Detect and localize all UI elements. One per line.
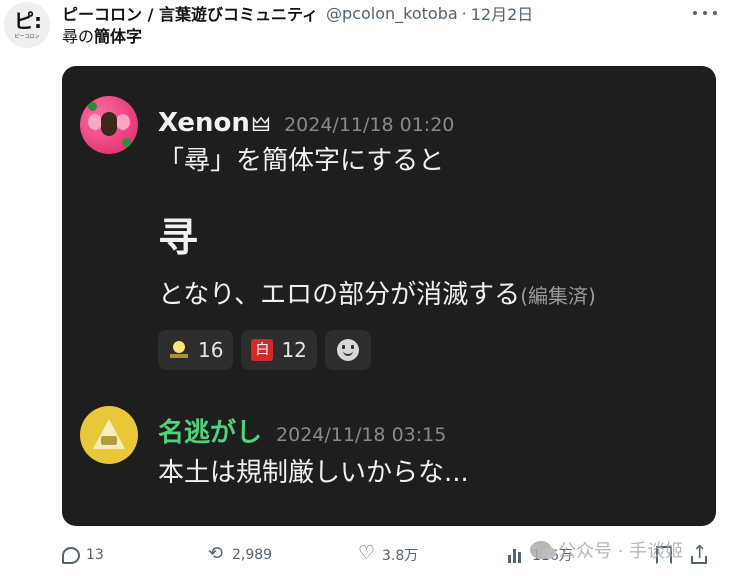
nanigashi-avatar <box>80 406 138 464</box>
retweet-button[interactable]: 2,989 <box>208 540 272 570</box>
share-button[interactable] <box>690 540 708 570</box>
retweet-count: 2,989 <box>232 547 273 563</box>
account-avatar[interactable]: ピ: ピーコロン <box>4 2 50 48</box>
post1-line3-text: となり、エロの部分が消滅する <box>158 280 521 310</box>
display-name[interactable]: ピーコロン / 言葉遊びコミュニティ <box>62 1 318 25</box>
wechat-icon <box>530 541 556 559</box>
like-count: 3.8万 <box>382 548 419 564</box>
tweet-text: 尋の簡体字 <box>62 26 142 48</box>
user-handle[interactable]: @pcolon_kotoba <box>326 4 458 23</box>
post2-line1: 本土は規制厳しいからな... <box>158 458 469 488</box>
post2-timestamp: 2024/11/18 03:15 <box>276 424 447 446</box>
retweet-icon <box>208 543 226 564</box>
reaction-stamp: 12 <box>241 330 317 370</box>
reply-count: 13 <box>86 547 104 563</box>
smiley-icon <box>336 339 359 361</box>
tweet-header: ピーコロン / 言葉遊びコミュニティ @pcolon_kotoba · 12月2… <box>62 1 534 25</box>
reply-icon <box>62 546 80 564</box>
post1-line3: となり、エロの部分が消滅する(編集済) <box>158 278 596 313</box>
avatar-logo-subtext: ピーコロン <box>14 34 40 40</box>
reaction-lightbulb: 16 <box>158 330 234 370</box>
post1-name-emoji: 🜲 <box>251 112 271 136</box>
white-stamp-icon <box>251 339 274 361</box>
tweet-text-prefix: 尋の <box>62 27 95 46</box>
add-reaction-button <box>324 330 371 370</box>
separator-dot: · <box>461 3 467 23</box>
heart-icon <box>358 542 376 564</box>
more-options-icon[interactable] <box>693 6 717 20</box>
avatar-logo-text: ピ: <box>14 9 42 33</box>
xenon-avatar <box>80 96 138 154</box>
post1-big-char: 寻 <box>158 215 198 261</box>
watermark: 公众号 · 手谈姬 <box>530 537 683 563</box>
post2-author: 名逃がし <box>158 418 263 448</box>
attached-image-card[interactable]: Xenon 🜲 2024/11/18 01:20 「尋」を簡体字にすると 寻 と… <box>62 66 716 526</box>
reaction-count: 12 <box>281 338 307 362</box>
watermark-text: 公众号 · 手谈姬 <box>558 541 684 562</box>
post1-header: Xenon 🜲 2024/11/18 01:20 <box>158 102 454 138</box>
tweet-text-bold: 簡体字 <box>94 27 143 46</box>
reaction-bar: 16 12 <box>158 330 371 370</box>
like-button[interactable]: 3.8万 <box>358 540 418 570</box>
reaction-count: 16 <box>198 338 224 362</box>
post1-author: Xenon <box>158 108 250 138</box>
post1-timestamp: 2024/11/18 01:20 <box>284 114 455 136</box>
post2-header: 名逃がし 2024/11/18 03:15 <box>158 412 446 448</box>
edited-label: (編集済) <box>520 284 596 308</box>
tweet-date[interactable]: 12月2日 <box>471 1 534 25</box>
share-icon <box>690 542 708 564</box>
reply-button[interactable]: 13 <box>62 540 104 570</box>
bar-chart-icon <box>508 547 526 563</box>
post1-line1: 「尋」を簡体字にすると <box>158 146 445 176</box>
lightbulb-desk-icon <box>168 339 190 361</box>
